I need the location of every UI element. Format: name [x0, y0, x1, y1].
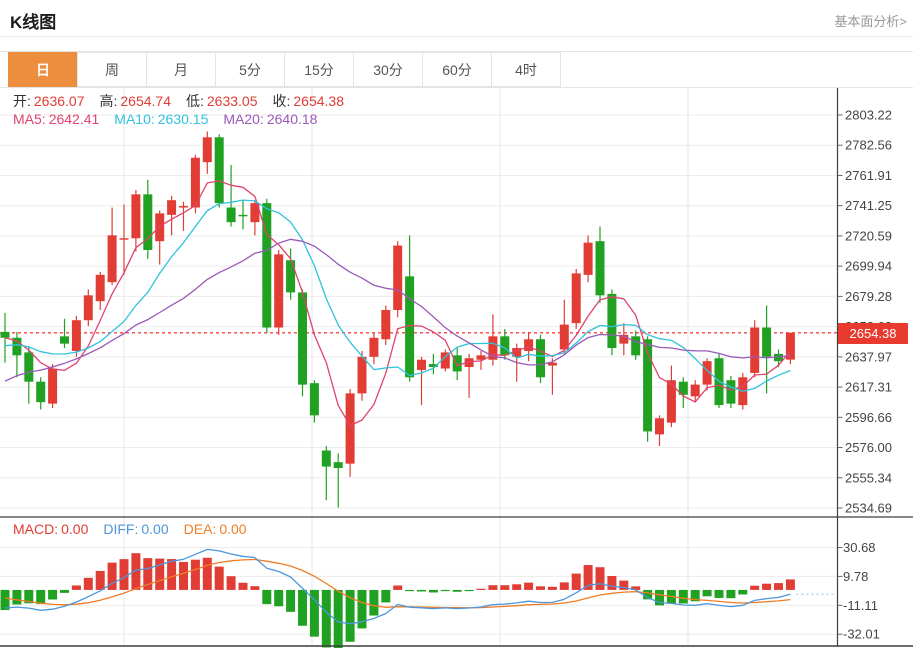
- ma10-label: MA10:: [114, 111, 154, 127]
- ohlc-high: 高:2654.74: [100, 91, 172, 111]
- macd-value: 0.00: [61, 521, 88, 537]
- svg-text:2699.94: 2699.94: [845, 259, 892, 274]
- dea-value: 0.00: [219, 521, 246, 537]
- macd-readout: MACD:0.00DIFF:0.00DEA:0.00: [13, 521, 247, 537]
- ma5-value: 2642.41: [49, 111, 100, 127]
- macd-diff: DIFF:0.00: [103, 521, 168, 537]
- low-label: 低:: [186, 91, 204, 111]
- dea-label: DEA:: [184, 521, 217, 537]
- ohlc-readout: 开:2636.07 高:2654.74 低:2633.05 收:2654.38: [13, 91, 344, 111]
- svg-text:2741.25: 2741.25: [845, 198, 892, 213]
- ma5-label: MA5:: [13, 111, 46, 127]
- svg-text:2761.91: 2761.91: [845, 168, 892, 183]
- tab-15min[interactable]: 15分: [284, 52, 354, 87]
- ma20-value: 2640.18: [267, 111, 318, 127]
- page-title: K线图: [0, 0, 913, 33]
- macd-macd: MACD:0.00: [13, 521, 88, 537]
- candlestick-series: [1, 131, 795, 507]
- high-value: 2654.74: [120, 93, 171, 109]
- diff-label: DIFF:: [103, 521, 138, 537]
- svg-text:9.78: 9.78: [843, 569, 868, 584]
- current-price-badge: 2654.38: [838, 323, 908, 344]
- kline-page: K线图 基本面分析> 日周月5分15分30分60分4时 2803.22 2782.…: [0, 0, 913, 648]
- svg-text:-11.11: -11.11: [843, 598, 878, 613]
- open-label: 开:: [13, 91, 31, 111]
- svg-text:2637.97: 2637.97: [845, 349, 892, 364]
- svg-text:2576.00: 2576.00: [845, 440, 892, 455]
- macd-axis-labels: 30.68 9.78 -11.11 -32.01: [838, 540, 880, 642]
- ma-readout: MA5:2642.41 MA10:2630.15 MA20:2640.18: [13, 111, 317, 127]
- svg-text:2720.59: 2720.59: [845, 228, 892, 243]
- svg-text:2782.56: 2782.56: [845, 138, 892, 153]
- ohlc-close: 收:2654.38: [273, 91, 345, 111]
- macd-label: MACD:: [13, 521, 58, 537]
- high-label: 高:: [100, 91, 118, 111]
- fundamental-analysis-link[interactable]: 基本面分析>: [834, 11, 907, 30]
- ohlc-open: 开:2636.07: [13, 91, 85, 111]
- tab-day[interactable]: 日: [8, 52, 78, 87]
- svg-text:30.68: 30.68: [843, 540, 876, 555]
- tab-60min[interactable]: 60分: [422, 52, 492, 87]
- tab-4hour[interactable]: 4时: [491, 52, 561, 87]
- diff-value: 0.00: [141, 521, 168, 537]
- low-value: 2633.05: [207, 93, 258, 109]
- svg-text:2534.69: 2534.69: [845, 501, 892, 516]
- ma-ma10: MA10:2630.15: [114, 111, 208, 127]
- close-label: 收:: [273, 91, 291, 111]
- tab-month[interactable]: 月: [146, 52, 216, 87]
- period-tabbar: 日周月5分15分30分60分4时: [0, 51, 913, 88]
- ma20-label: MA20:: [223, 111, 263, 127]
- svg-text:-32.01: -32.01: [843, 627, 880, 642]
- tab-30min[interactable]: 30分: [353, 52, 423, 87]
- ma-ma20: MA20:2640.18: [223, 111, 317, 127]
- svg-text:2596.66: 2596.66: [845, 410, 892, 425]
- page-header: K线图 基本面分析>: [0, 0, 913, 37]
- open-value: 2636.07: [34, 93, 85, 109]
- svg-text:2555.34: 2555.34: [845, 470, 892, 485]
- macd-dea: DEA:0.00: [184, 521, 247, 537]
- svg-text:2617.31: 2617.31: [845, 380, 892, 395]
- price-axis-labels: 2803.22 2782.56 2761.91 2741.25 2720.59 2699.…: [838, 108, 893, 516]
- ma10-value: 2630.15: [158, 111, 209, 127]
- svg-text:2803.22: 2803.22: [845, 108, 892, 123]
- tab-5min[interactable]: 5分: [215, 52, 285, 87]
- ma-ma5: MA5:2642.41: [13, 111, 99, 127]
- svg-text:2679.28: 2679.28: [845, 289, 892, 304]
- close-value: 2654.38: [293, 93, 344, 109]
- tab-week[interactable]: 周: [77, 52, 147, 87]
- ohlc-low: 低:2633.05: [186, 91, 258, 111]
